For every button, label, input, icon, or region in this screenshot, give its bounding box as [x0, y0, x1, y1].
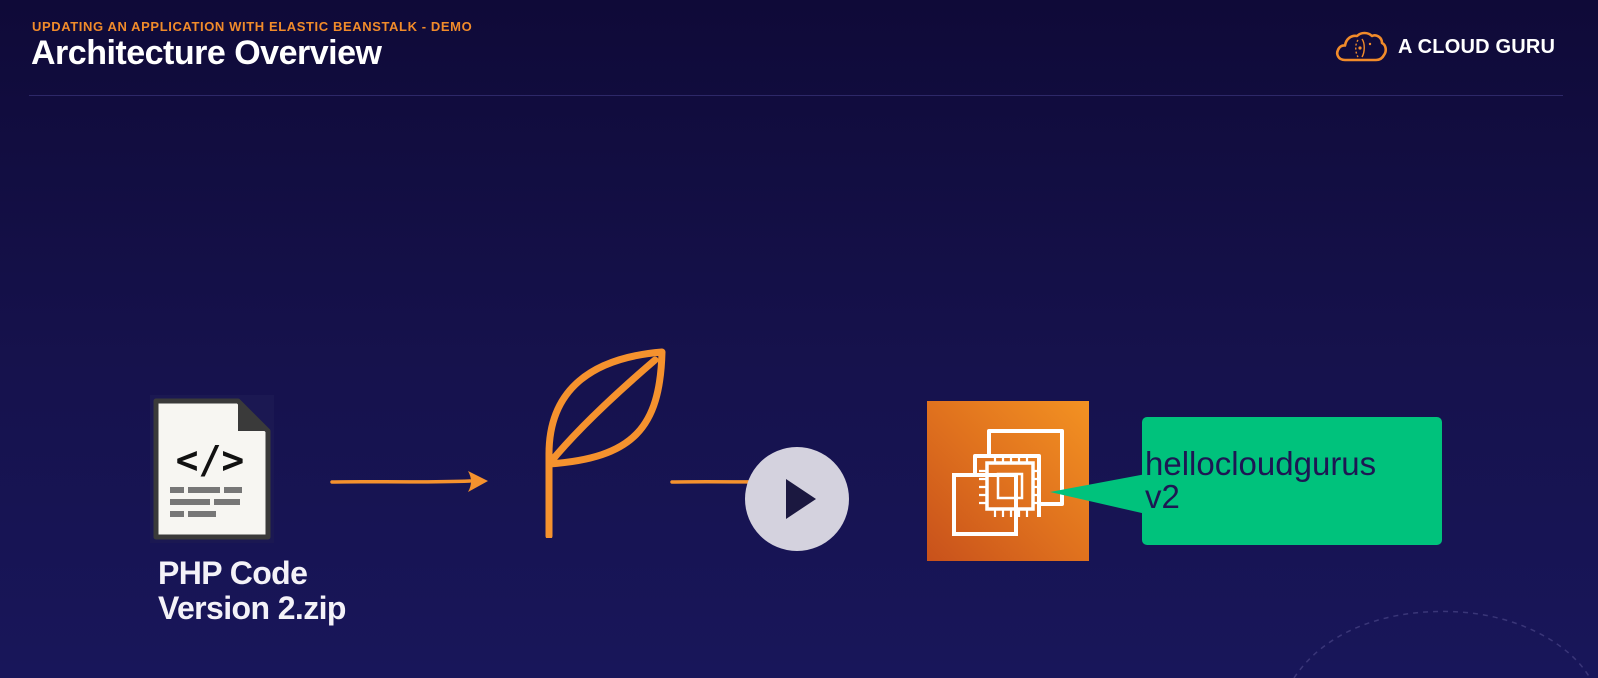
decorative-arc	[1293, 610, 1591, 678]
brand-name: A CLOUD GURU	[1398, 35, 1556, 58]
slide-title: Architecture Overview	[31, 34, 382, 72]
brand-logo: A CLOUD GURU	[1334, 30, 1555, 64]
callout-pointer	[1050, 474, 1146, 514]
callout-box: hellocloudgurus v2	[1142, 417, 1442, 545]
callout-line-1: hellocloudgurus	[1145, 445, 1377, 482]
flow-arrow-icon	[330, 471, 488, 492]
header-divider	[29, 95, 1563, 96]
code-glyph: </>	[176, 438, 245, 482]
play-icon	[786, 479, 816, 519]
file-name-label: PHP Code Version 2.zip	[158, 556, 346, 626]
cloud-logo-icon	[1335, 31, 1388, 62]
code-file-icon: </>	[150, 395, 274, 543]
callout-line-2: v2	[1145, 478, 1180, 515]
elastic-beanstalk-leaf-icon	[545, 348, 666, 538]
play-button[interactable]	[745, 447, 849, 551]
slide-subtitle: UPDATING AN APPLICATION WITH ELASTIC BEA…	[32, 19, 473, 34]
file-name-line-2: Version 2.zip	[158, 590, 346, 626]
callout-text: hellocloudgurus v2	[1145, 447, 1376, 513]
file-name-line-1: PHP Code	[158, 555, 308, 591]
